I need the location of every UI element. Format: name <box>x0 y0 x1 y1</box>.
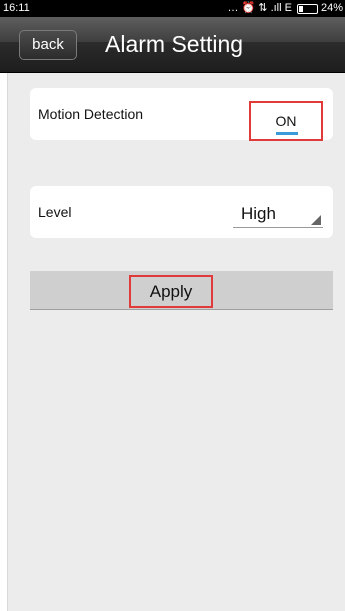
motion-detection-label: Motion Detection <box>38 106 144 122</box>
left-edge <box>0 0 7 611</box>
level-value: High <box>241 204 276 223</box>
apply-button[interactable]: Apply <box>129 275 213 308</box>
battery-icon <box>296 3 318 14</box>
level-label: Level <box>38 204 72 220</box>
page-title: Alarm Setting <box>105 31 244 57</box>
apply-label: Apply <box>149 282 193 301</box>
back-button[interactable]: back <box>19 30 77 60</box>
title-bar: back Alarm Setting <box>0 17 345 73</box>
alarm-setting-screen: 16:11 … ⏰ ⇅ .ıll E 24% back Alarm Settin… <box>0 0 345 611</box>
level-select[interactable]: High <box>233 201 323 228</box>
status-icons: … ⏰ ⇅ .ıll E 24% <box>227 0 343 17</box>
motion-detection-toggle[interactable]: ON <box>249 101 323 141</box>
toggle-underline <box>276 132 298 135</box>
dropdown-arrow-icon <box>311 215 321 225</box>
status-bar: 16:11 … ⏰ ⇅ .ıll E 24% <box>0 0 345 17</box>
battery-percent: 24% <box>320 2 343 14</box>
status-icons-text: … ⏰ ⇅ .ıll E <box>227 2 292 14</box>
status-time: 16:11 <box>3 2 30 14</box>
